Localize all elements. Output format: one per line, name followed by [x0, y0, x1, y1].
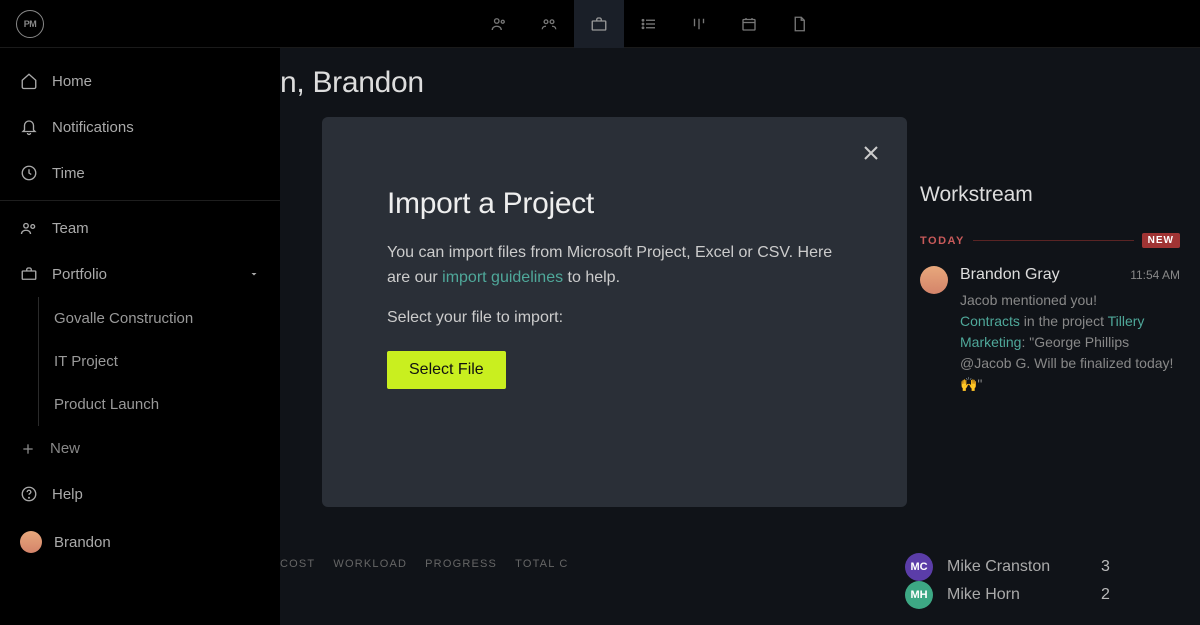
sidebar-user-label: Brandon — [54, 534, 111, 551]
workstream-item-name: Brandon Gray — [960, 266, 1060, 284]
sidebar-home[interactable]: Home — [0, 58, 280, 104]
import-project-modal: Import a Project You can import files fr… — [322, 117, 907, 507]
sidebar-help[interactable]: Help — [0, 471, 280, 517]
chevron-down-icon — [248, 268, 260, 280]
sidebar-time-label: Time — [52, 165, 85, 182]
workstream-item-header: Brandon Gray 11:54 AM — [960, 266, 1180, 284]
sidebar-new-label: New — [50, 440, 80, 457]
sidebar-notifications[interactable]: Notifications — [0, 104, 280, 150]
team-name: Mike Cranston — [947, 558, 1050, 576]
column-headers: COST WORKLOAD PROGRESS TOTAL C — [280, 558, 569, 570]
team-name: Mike Horn — [947, 586, 1020, 604]
team-icon[interactable] — [524, 0, 574, 48]
sidebar-user[interactable]: Brandon — [0, 517, 280, 567]
ws-line1: Jacob mentioned you! — [960, 292, 1097, 308]
workstream-item[interactable]: Brandon Gray 11:54 AM Jacob mentioned yo… — [920, 266, 1180, 395]
team-icon — [20, 219, 38, 237]
close-icon — [859, 141, 883, 165]
sidebar-portfolio[interactable]: Portfolio — [0, 251, 280, 297]
briefcase-icon[interactable] — [574, 0, 624, 48]
avatar — [20, 531, 42, 553]
sidebar-team-label: Team — [52, 220, 89, 237]
sidebar-new[interactable]: New — [0, 426, 280, 471]
sidebar-divider — [0, 200, 280, 201]
briefcase-icon — [20, 265, 38, 283]
close-button[interactable] — [859, 141, 883, 165]
sidebar: Home Notifications Time Team Portfolio G… — [0, 48, 280, 625]
workstream-today-divider: TODAY NEW — [920, 233, 1180, 248]
modal-text-post: to help. — [563, 269, 620, 286]
people-icon[interactable] — [474, 0, 524, 48]
modal-title: Import a Project — [387, 187, 842, 221]
modal-description: You can import files from Microsoft Proj… — [387, 241, 842, 291]
modal-select-prompt: Select your file to import: — [387, 309, 842, 327]
col-cost: COST — [280, 558, 315, 570]
plus-icon — [20, 441, 36, 457]
clock-icon — [20, 164, 38, 182]
team-row[interactable]: MC Mike Cranston 3 — [905, 553, 1115, 581]
avatar: MC — [905, 553, 933, 581]
board-icon[interactable] — [674, 0, 724, 48]
team-count: 3 — [1101, 558, 1115, 576]
ws-link-contracts[interactable]: Contracts — [960, 313, 1020, 329]
workstream-panel: Workstream TODAY NEW Brandon Gray 11:54 … — [920, 183, 1200, 395]
bell-icon — [20, 118, 38, 136]
import-guidelines-link[interactable]: import guidelines — [442, 269, 563, 286]
sidebar-home-label: Home — [52, 73, 92, 90]
sidebar-team[interactable]: Team — [0, 205, 280, 251]
page-title: n, Brandon — [280, 48, 1200, 100]
workstream-item-time: 11:54 AM — [1130, 268, 1180, 282]
sidebar-sub-govalle[interactable]: Govalle Construction — [0, 297, 280, 340]
logo[interactable]: PM — [16, 10, 44, 38]
sidebar-notifications-label: Notifications — [52, 119, 134, 136]
new-badge: NEW — [1142, 233, 1180, 248]
workstream-item-text: Jacob mentioned you! Contracts in the pr… — [960, 290, 1180, 395]
calendar-icon[interactable] — [724, 0, 774, 48]
col-total: TOTAL C — [515, 558, 568, 570]
team-row[interactable]: MH Mike Horn 2 — [905, 581, 1115, 609]
sidebar-help-label: Help — [52, 486, 83, 503]
top-nav-icons — [474, 0, 824, 47]
sidebar-portfolio-label: Portfolio — [52, 266, 107, 283]
sidebar-time[interactable]: Time — [0, 150, 280, 196]
document-icon[interactable] — [774, 0, 824, 48]
help-icon — [20, 485, 38, 503]
sidebar-sub-productlaunch[interactable]: Product Launch — [0, 383, 280, 426]
sidebar-sub-itproject[interactable]: IT Project — [0, 340, 280, 383]
workstream-item-body: Brandon Gray 11:54 AM Jacob mentioned yo… — [960, 266, 1180, 395]
home-icon — [20, 72, 38, 90]
today-label: TODAY — [920, 235, 965, 247]
team-count: 2 — [1101, 586, 1115, 604]
select-file-button[interactable]: Select File — [387, 351, 506, 389]
top-bar: PM — [0, 0, 1200, 48]
workstream-title: Workstream — [920, 183, 1180, 207]
avatar: MH — [905, 581, 933, 609]
list-icon[interactable] — [624, 0, 674, 48]
team-list: MC Mike Cranston 3 MH Mike Horn 2 — [905, 553, 1115, 609]
divider-line — [973, 240, 1134, 241]
col-workload: WORKLOAD — [333, 558, 407, 570]
col-progress: PROGRESS — [425, 558, 497, 570]
ws-mid: in the project — [1020, 313, 1108, 329]
avatar — [920, 266, 948, 294]
